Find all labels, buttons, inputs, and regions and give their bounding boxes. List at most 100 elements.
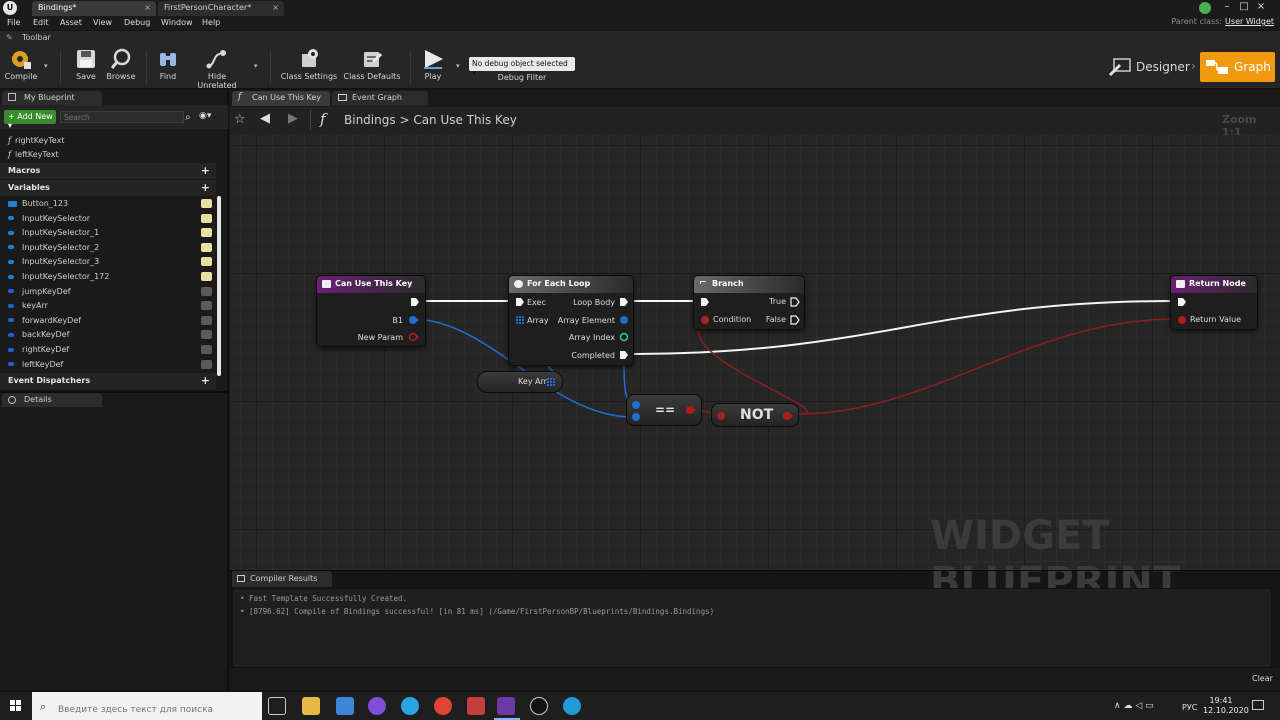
clear-button[interactable]: Clear: [1252, 674, 1273, 683]
variable-item[interactable]: InputKeySelector_2: [4, 241, 216, 255]
variable-item[interactable]: rightKeyDef: [4, 343, 216, 357]
chrome-icon[interactable]: [434, 697, 452, 715]
debug-object-select[interactable]: No debug object selected ▾: [469, 57, 575, 77]
eye-icon[interactable]: [201, 345, 212, 354]
eye-icon[interactable]: [201, 286, 212, 296]
tab-my-blueprint[interactable]: My Blueprint: [2, 91, 102, 105]
category-macros[interactable]: Macros +: [0, 163, 216, 179]
hide-unrelated-dropdown-icon[interactable]: ▾: [254, 62, 258, 70]
add-macro-icon[interactable]: +: [201, 163, 210, 179]
eye-icon[interactable]: [201, 228, 212, 238]
bool-pin-return-value[interactable]: [1177, 315, 1187, 325]
exec-in-pin[interactable]: [1177, 297, 1187, 307]
app-icon[interactable]: [467, 697, 485, 715]
exec-in-pin[interactable]: [515, 297, 525, 307]
struct-pin-a[interactable]: [631, 400, 641, 410]
struct-pin-b[interactable]: [631, 412, 641, 422]
taskbar-search-input[interactable]: [32, 692, 262, 720]
bool-in-pin[interactable]: [716, 411, 726, 421]
compile-button[interactable]: Compile: [2, 48, 40, 88]
telegram-icon[interactable]: [401, 697, 419, 715]
node-get-key-arr[interactable]: Key Arr: [477, 371, 563, 393]
int-pin-array-index[interactable]: [619, 332, 629, 342]
file-explorer-icon[interactable]: [302, 697, 320, 715]
tab-compiler-results[interactable]: Compiler Results: [232, 571, 332, 587]
save-button[interactable]: Save: [70, 48, 102, 88]
back-arrow-icon[interactable]: ◀: [260, 111, 270, 126]
eye-icon[interactable]: [201, 315, 212, 325]
menu-edit[interactable]: Edit: [33, 16, 49, 30]
close-icon[interactable]: ×: [144, 3, 151, 12]
clock[interactable]: 19:41 12.10.2020: [1203, 696, 1249, 716]
eye-icon[interactable]: [201, 330, 212, 340]
bool-out-pin[interactable]: [685, 405, 697, 415]
array-pin[interactable]: [546, 377, 556, 387]
class-settings-button[interactable]: Class Settings: [280, 48, 338, 88]
node-branch[interactable]: ⌐ Branch Condition True False: [693, 275, 805, 330]
menu-asset[interactable]: Asset: [60, 16, 82, 30]
minimize-icon[interactable]: –: [1220, 1, 1234, 14]
variable-item[interactable]: InputKeySelector_172: [4, 270, 216, 284]
maximize-icon[interactable]: □: [1237, 1, 1251, 14]
find-button[interactable]: Find: [152, 48, 184, 88]
graph-bottom-divider[interactable]: [230, 570, 1280, 571]
unreal-engine-icon[interactable]: [530, 697, 548, 715]
add-variable-icon[interactable]: +: [201, 180, 210, 196]
struct-pin-array-element[interactable]: [619, 315, 629, 325]
exec-true-pin[interactable]: [790, 297, 800, 307]
tray-icons[interactable]: ∧ ☁ ◁ ▭: [1114, 701, 1154, 711]
browse-button[interactable]: Browse: [104, 48, 138, 88]
exec-false-pin[interactable]: [790, 315, 800, 325]
viber-icon[interactable]: [368, 697, 386, 715]
add-new-button[interactable]: + Add New ▾: [4, 110, 56, 130]
function-item-rightkeytext[interactable]: f rightKeyText: [4, 134, 216, 148]
node-not[interactable]: NOT: [711, 403, 799, 427]
compile-dropdown-icon[interactable]: ▾: [44, 62, 48, 70]
eye-icon[interactable]: [201, 213, 212, 223]
eye-icon[interactable]: [201, 301, 212, 311]
parent-class-link[interactable]: User Widget: [1225, 17, 1274, 26]
node-for-each-loop[interactable]: For Each Loop Exec Array Loop Body Array…: [508, 275, 634, 366]
doc-tab-firstpersoncharacter[interactable]: FirstPersonCharacter* ×: [158, 1, 284, 16]
my-blueprint-search-input[interactable]: [60, 111, 184, 123]
play-dropdown-icon[interactable]: ▾: [456, 62, 460, 70]
bool-pin-new-param[interactable]: [408, 332, 420, 342]
menu-view[interactable]: View: [93, 16, 112, 30]
breadcrumb-root[interactable]: Bindings: [344, 113, 396, 127]
function-item-leftkeytext[interactable]: f leftKeyText: [4, 148, 216, 162]
search-icon[interactable]: ⌕: [185, 112, 191, 123]
variable-item[interactable]: jumpKeyDef: [4, 285, 216, 299]
my-blueprint-scrollbar[interactable]: [217, 196, 221, 376]
visual-studio-icon[interactable]: [497, 697, 515, 715]
variable-item[interactable]: backKeyDef: [4, 328, 216, 342]
graph-mode-button[interactable]: Graph: [1200, 52, 1275, 82]
category-event-dispatchers[interactable]: Event Dispatchers +: [0, 373, 216, 389]
exec-completed-pin[interactable]: [619, 350, 629, 360]
exec-loop-body-pin[interactable]: [619, 297, 629, 307]
variable-item[interactable]: forwardKeyDef: [4, 314, 216, 328]
menu-window[interactable]: Window: [161, 16, 193, 30]
eye-icon[interactable]: [201, 199, 212, 208]
add-event-dispatcher-icon[interactable]: +: [201, 373, 210, 389]
close-icon[interactable]: ×: [272, 3, 279, 12]
exec-in-pin[interactable]: [700, 297, 710, 307]
doc-tab-bindings[interactable]: Bindings* ×: [32, 1, 156, 16]
eye-icon[interactable]: [201, 272, 212, 281]
bool-out-pin[interactable]: [782, 411, 794, 421]
store-icon[interactable]: [336, 697, 354, 715]
struct-pin-b1[interactable]: [408, 315, 420, 325]
task-view-icon[interactable]: [268, 697, 286, 715]
menu-help[interactable]: Help: [202, 16, 220, 30]
source-control-icon[interactable]: [1199, 2, 1211, 14]
exec-out-pin[interactable]: [410, 297, 420, 307]
play-button[interactable]: Play: [416, 48, 450, 88]
language-indicator[interactable]: РУС: [1182, 703, 1197, 712]
variable-item[interactable]: leftKeyDef: [4, 358, 216, 372]
class-defaults-button[interactable]: Class Defaults: [342, 48, 402, 88]
category-variables[interactable]: Variables +: [0, 180, 216, 196]
variable-item[interactable]: InputKeySelector_1: [4, 226, 216, 240]
edge-icon[interactable]: [563, 697, 581, 715]
tab-details[interactable]: Details: [2, 393, 102, 407]
notifications-icon[interactable]: [1252, 700, 1264, 710]
menu-debug[interactable]: Debug: [124, 16, 150, 30]
